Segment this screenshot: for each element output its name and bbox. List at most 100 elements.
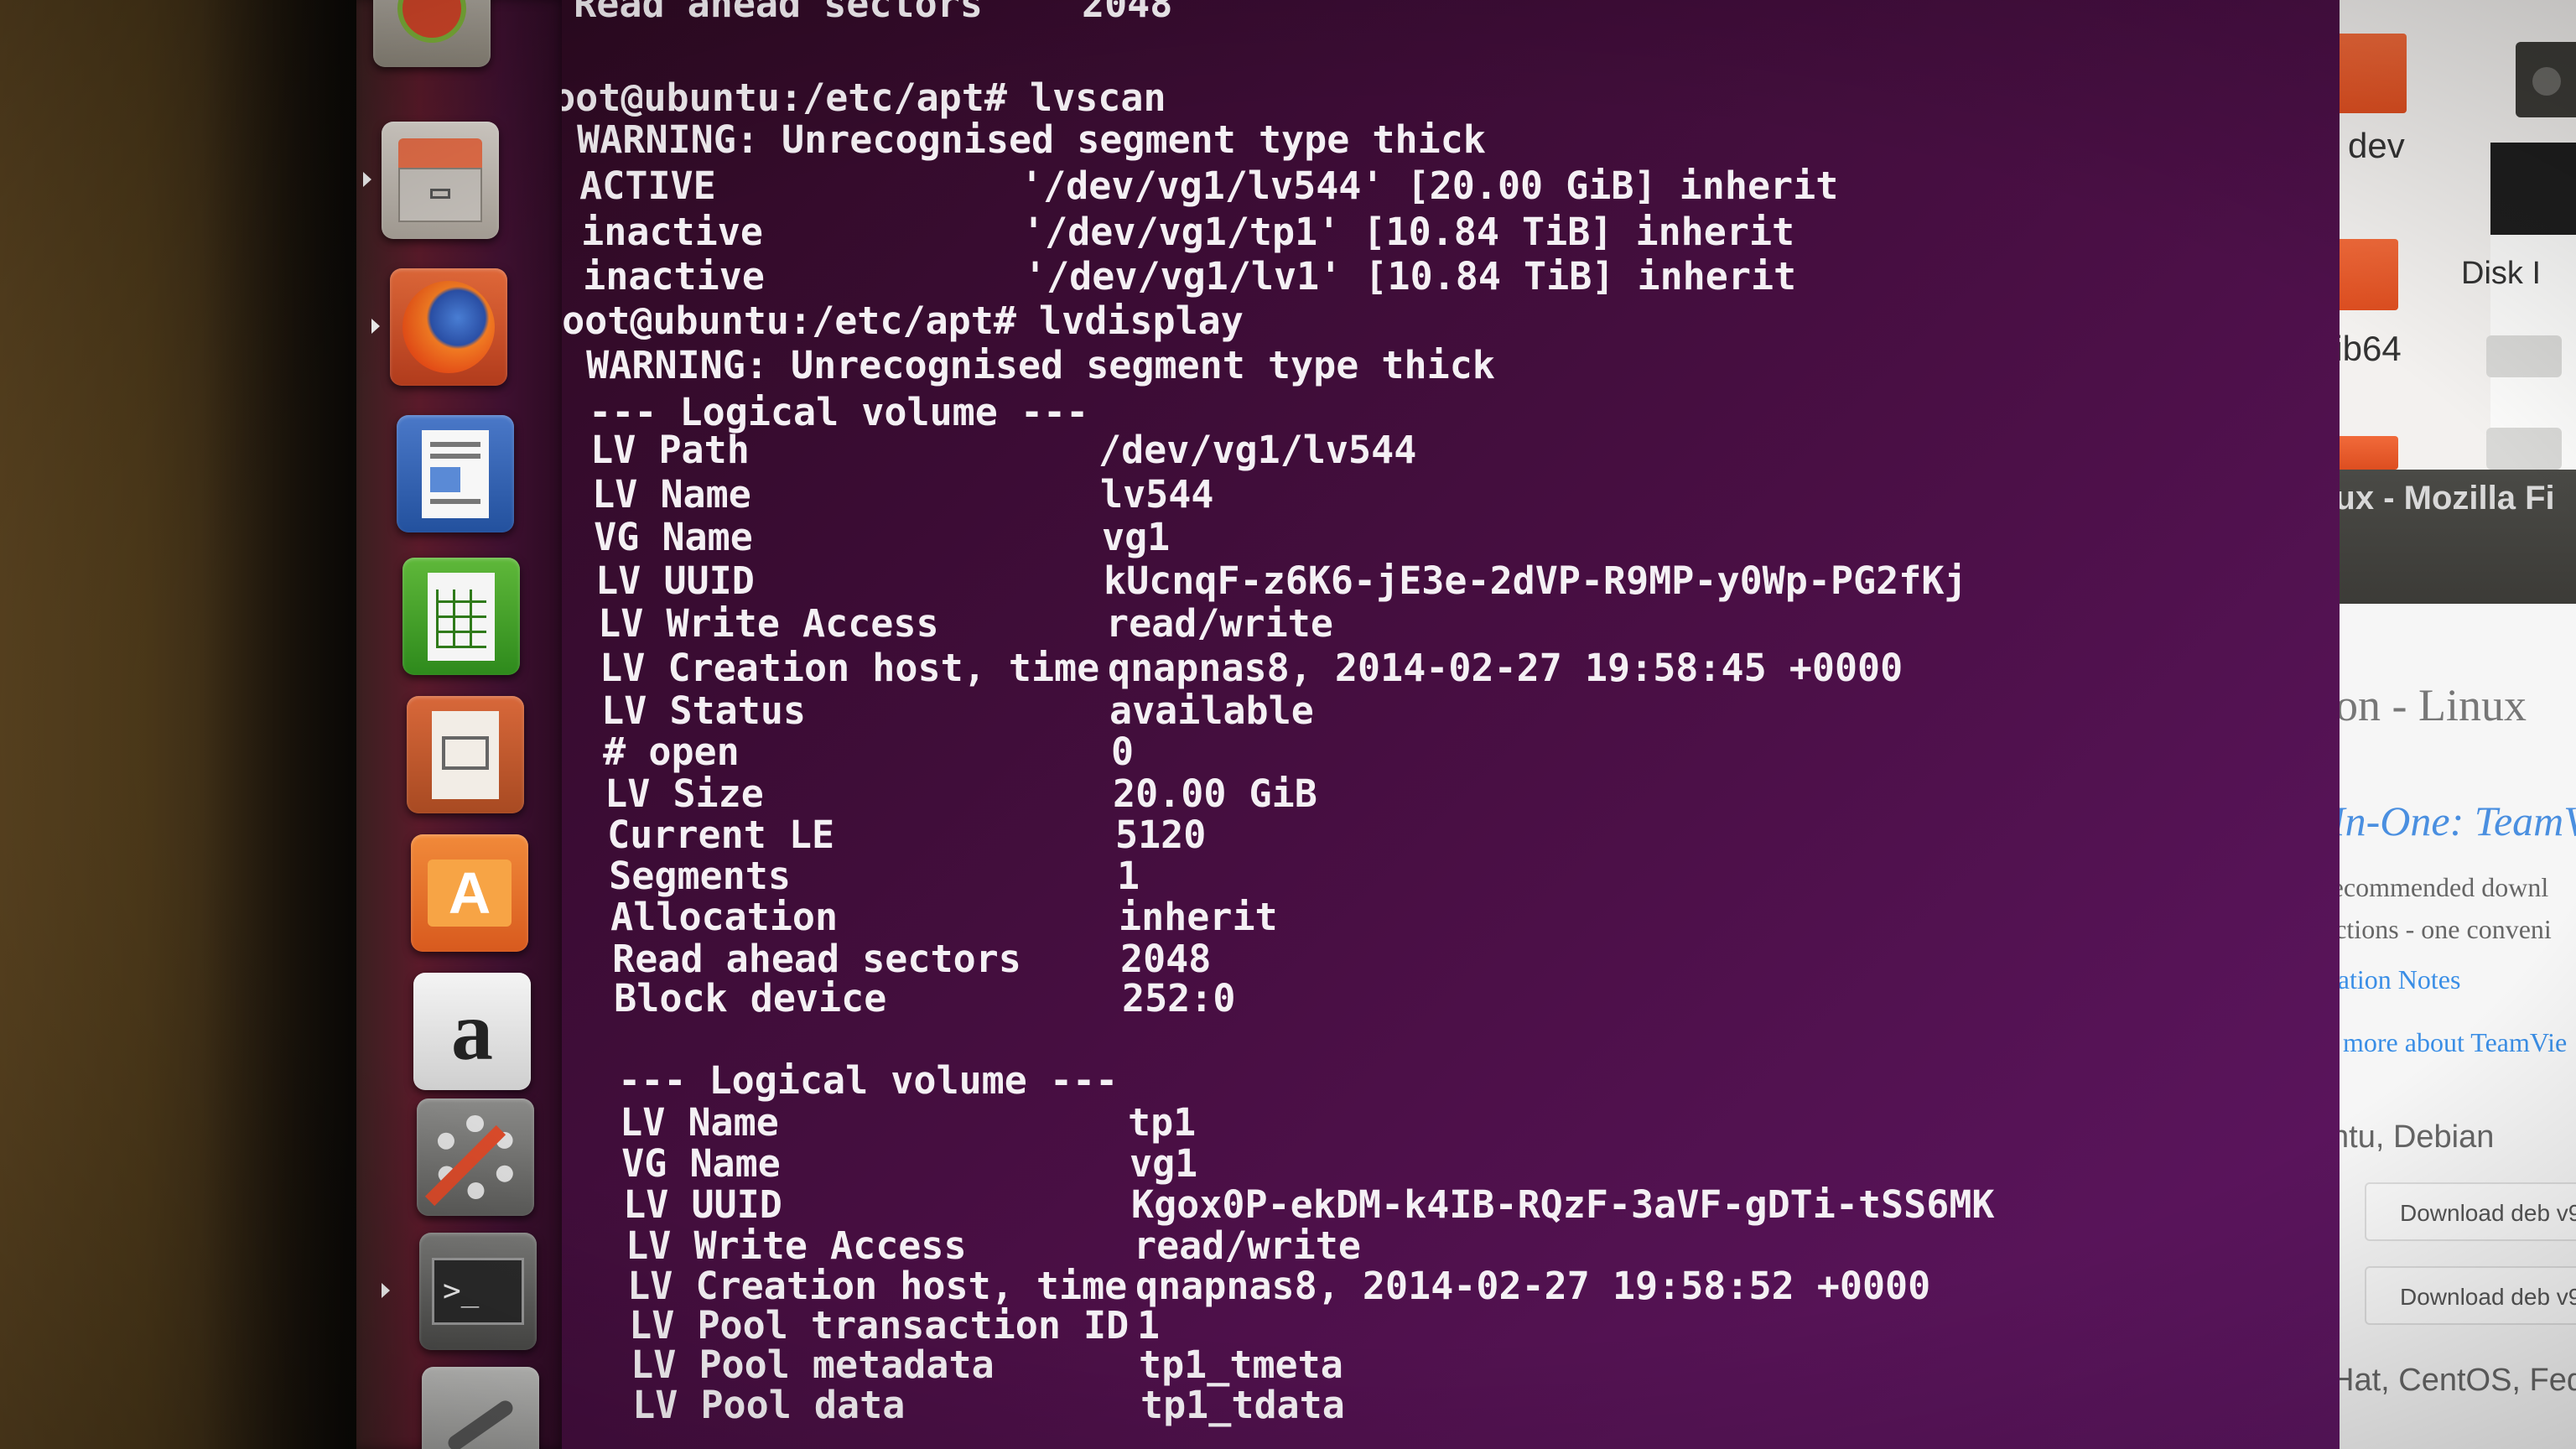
terminal-line: LV UUID kUcnqF-z6K6-jE3e-2dVP-R9MP-y0Wp-P… bbox=[562, 560, 1966, 602]
impress-presentation-icon bbox=[432, 710, 499, 799]
terminal-line-key: Segments bbox=[564, 854, 791, 898]
launcher-item-firefox[interactable] bbox=[390, 268, 507, 386]
terminal-line-value: '/dev/vg1/tp1' [10.84 TiB] inherit bbox=[1022, 210, 1795, 254]
terminal-line-key: root@ubuntu:/etc/apt# lvdisplay bbox=[562, 299, 1244, 343]
terminal-line: ACTIVE '/dev/vg1/lv544' [20.00 GiB] inher… bbox=[562, 164, 1838, 208]
terminal-line-key: # open bbox=[562, 730, 740, 774]
drive-icon bbox=[2486, 335, 2562, 377]
terminal-line: root@ubuntu:/etc/apt# lvscan bbox=[562, 77, 1166, 119]
terminal-line-value: inherit bbox=[1119, 895, 1278, 939]
window-title: nux - Mozilla Fi bbox=[2340, 480, 2555, 517]
terminal-line-key: LV Pool transaction ID bbox=[584, 1303, 1130, 1348]
drive-icon bbox=[2490, 143, 2576, 235]
terminal-line: LV Path/dev/vg1/lv544 bbox=[562, 428, 1416, 472]
amazon-icon: a bbox=[451, 984, 493, 1078]
terminal-line: WARNING: Unrecognised segment type thick bbox=[562, 345, 1495, 387]
page-heading: ion - Linux bbox=[2340, 680, 2527, 730]
launcher-item-writer[interactable] bbox=[397, 415, 514, 532]
terminal-line-value: qnapnas8, 2014-02-27 19:58:45 +0000 bbox=[1108, 646, 1903, 690]
terminal-line-value: 252:0 bbox=[1122, 976, 1236, 1021]
read-more-link[interactable]: d more about TeamVie bbox=[2340, 1027, 2567, 1058]
terminal-line-key: LV Pool data bbox=[587, 1383, 906, 1427]
terminal-window[interactable]: Read ahead sectors 2048 root@ubuntu:/etc/a… bbox=[562, 0, 2348, 1449]
terminal-line-key: LV Size bbox=[562, 771, 764, 816]
photo-stage: A a >_ Read ahead sectors 2048 root@ubuntu… bbox=[0, 0, 2576, 1449]
terminal-line-key: VG Name bbox=[576, 1141, 781, 1186]
firefox-titlebar: nux - Mozilla Fi bbox=[2340, 470, 2576, 604]
terminal-line-value: tp1 bbox=[1128, 1100, 1197, 1145]
page-subtitle: In-One: TeamV bbox=[2340, 797, 2576, 844]
files-window: dev lib64 Disk I bbox=[2340, 0, 2576, 470]
terminal-line: LV Write Access read/write bbox=[562, 603, 1333, 645]
terminal-line-value: 20.00 GiB bbox=[1113, 771, 1317, 816]
file-cabinet-icon bbox=[398, 138, 482, 222]
terminal-line: WARNING: Unrecognised segment type thick bbox=[562, 119, 1486, 161]
launcher-item-terminal[interactable]: >_ bbox=[419, 1233, 537, 1350]
terminal-line-key: WARNING: Unrecognised segment type thick bbox=[562, 117, 1486, 162]
terminal-line: LV Write Access read/write bbox=[580, 1225, 1361, 1267]
firefox-web-page: ion - Linux In-One: TeamV recommended do… bbox=[2340, 604, 2576, 1449]
launcher-item-impress[interactable] bbox=[407, 696, 524, 813]
terminal-line-key: Current LE bbox=[562, 813, 835, 857]
download-deb-button[interactable]: Download deb v9.0. bbox=[2365, 1182, 2576, 1241]
terminal-line-value: kUcnqF-z6K6-jE3e-2dVP-R9MP-y0Wp-PG2fKj bbox=[1104, 558, 1967, 603]
terminal-line: VG Name vg1 bbox=[562, 517, 1170, 558]
installation-notes-link[interactable]: llation Notes bbox=[2340, 964, 2460, 995]
terminal-line: LV Creation host, time qnapnas8, 2014-02-… bbox=[582, 1265, 1930, 1307]
settings-gear-icon bbox=[424, 1115, 517, 1207]
launcher-item-system-settings[interactable] bbox=[417, 1098, 534, 1216]
terminal-line-value: /dev/vg1/lv544 bbox=[1098, 428, 1417, 472]
terminal-line-value: tp1_tmeta bbox=[1139, 1343, 1343, 1387]
terminal-line: Read ahead sectors 2048 bbox=[562, 0, 1172, 26]
running-indicator bbox=[371, 319, 380, 334]
terminal-line-key: inactive bbox=[581, 210, 763, 254]
window-titlebar bbox=[2516, 42, 2576, 117]
folder-icon bbox=[2340, 34, 2407, 113]
launcher-item-tools[interactable] bbox=[422, 1367, 539, 1449]
terminal-line-key: LV Pool metadata bbox=[585, 1343, 995, 1387]
folder-label: lib64 bbox=[2340, 329, 2402, 368]
terminal-line: --- Logical volume --- bbox=[573, 1060, 1118, 1102]
terminal-line: inactive '/dev/vg1/tp1' [10.84 TiB] inher… bbox=[562, 210, 1794, 254]
bezel-shadow bbox=[201, 0, 361, 1449]
firefox-icon bbox=[402, 281, 495, 373]
folder-icon bbox=[2340, 239, 2398, 310]
terminal-line-value: read/write bbox=[1134, 1223, 1361, 1268]
terminal-line-value: 2048 bbox=[1120, 937, 1212, 981]
terminal-line-key: LV Status bbox=[562, 688, 807, 733]
terminal-line: LV Name lv544 bbox=[562, 472, 1213, 517]
distro-heading: Hat, CentOS, Fedor bbox=[2340, 1363, 2576, 1398]
installer-icon bbox=[397, 0, 466, 43]
drive-icon bbox=[2486, 428, 2562, 470]
terminal-line: LV Creation host, time qnapnas8, 2014-02-… bbox=[562, 646, 1903, 690]
launcher-item-software-center[interactable]: A bbox=[411, 834, 528, 952]
terminal-line-key: LV Name bbox=[562, 472, 751, 517]
terminal-line-key: ACTIVE bbox=[579, 164, 716, 208]
terminal-line: VG Name vg1 bbox=[576, 1141, 1197, 1186]
terminal-line-key: LV UUID bbox=[578, 1182, 782, 1227]
terminal-line-key: LV Creation host, time bbox=[562, 646, 1100, 690]
terminal-line-key: LV Path bbox=[562, 428, 750, 472]
terminal-line-value: available bbox=[1109, 688, 1314, 733]
launcher-item-files[interactable] bbox=[382, 122, 499, 239]
running-indicator bbox=[363, 172, 371, 187]
unity-launcher: A a >_ bbox=[356, 0, 566, 1449]
terminal-line-key: Block device bbox=[569, 976, 887, 1021]
disk-panel: Disk I bbox=[2461, 143, 2576, 470]
terminal-line-key: Read ahead sectors bbox=[562, 0, 983, 26]
terminal-line: Segments 1 bbox=[564, 854, 1140, 898]
terminal-line-key: --- Logical volume --- bbox=[573, 1058, 1119, 1103]
wrench-icon bbox=[444, 1397, 517, 1449]
terminal-line: Allocation inherit bbox=[565, 896, 1277, 938]
folder-label: dev bbox=[2348, 126, 2405, 165]
launcher-item-amazon[interactable]: a bbox=[413, 973, 531, 1090]
terminal-line-value: lv544 bbox=[1100, 472, 1214, 517]
terminal-line: LV Status available bbox=[562, 688, 1314, 733]
terminal-line: root@ubuntu:/etc/apt# lvdisplay bbox=[562, 300, 1244, 342]
launcher-item-installer[interactable] bbox=[373, 0, 491, 67]
close-icon[interactable] bbox=[2532, 67, 2561, 96]
body-text: recommended downl bbox=[2340, 872, 2549, 902]
terminal-line: Block device 252:0 bbox=[569, 976, 1235, 1021]
launcher-item-calc[interactable] bbox=[402, 558, 520, 675]
download-deb-button[interactable]: Download deb v9.0.3 bbox=[2365, 1266, 2576, 1325]
